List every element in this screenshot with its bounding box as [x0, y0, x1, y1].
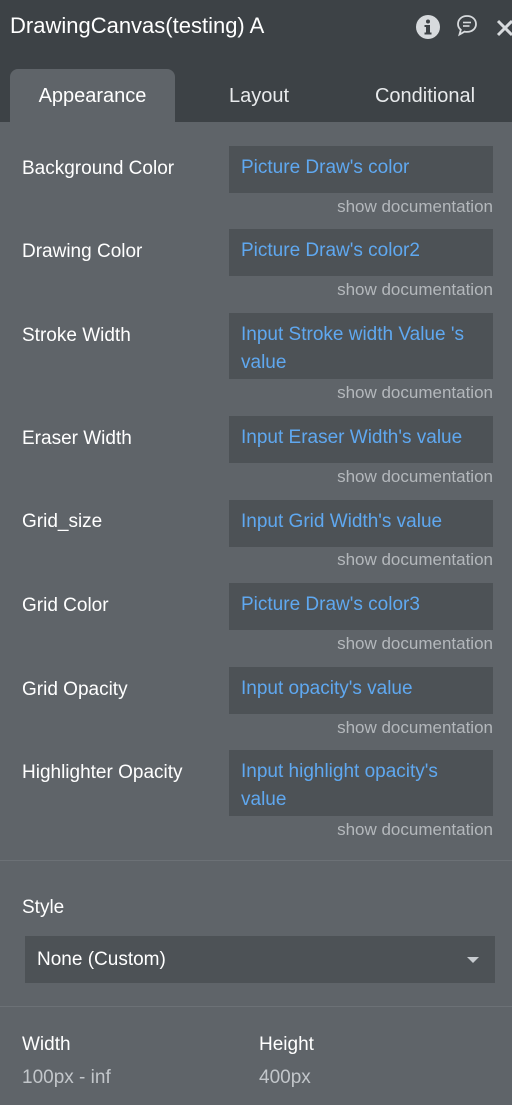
property-value-field[interactable]: Input Eraser Width's value: [229, 416, 493, 463]
property-label: Stroke Width: [22, 325, 131, 346]
property-label: Grid Opacity: [22, 679, 128, 700]
title-bar: DrawingCanvas(testing) A: [0, 0, 512, 57]
property-label: Eraser Width: [22, 428, 132, 449]
height-label: Height: [259, 1034, 314, 1055]
tab-bar: Appearance Layout Conditional: [0, 57, 512, 122]
tab-layout[interactable]: Layout: [185, 69, 333, 122]
close-icon[interactable]: [496, 18, 512, 43]
width-label: Width: [22, 1034, 71, 1055]
property-value-field[interactable]: Picture Draw's color2: [229, 229, 493, 276]
property-label: Highlighter Opacity: [22, 762, 183, 783]
height-value: 400px: [259, 1067, 311, 1088]
style-selected-value: None (Custom): [37, 949, 166, 970]
tab-appearance[interactable]: Appearance: [10, 69, 175, 122]
property-value-field[interactable]: Input highlight opacity's value: [229, 750, 493, 816]
chevron-down-icon: [467, 957, 479, 963]
property-label: Grid_size: [22, 511, 103, 532]
show-documentation-link[interactable]: show documentation: [337, 634, 493, 654]
property-label: Background Color: [22, 158, 175, 179]
panel-title: DrawingCanvas(testing) A: [10, 13, 265, 38]
section-divider: [0, 860, 512, 861]
property-value-field[interactable]: Input Grid Width's value: [229, 500, 493, 547]
style-label: Style: [22, 897, 65, 918]
tab-conditional[interactable]: Conditional: [345, 69, 505, 122]
property-label: Drawing Color: [22, 241, 143, 262]
show-documentation-link[interactable]: show documentation: [337, 718, 493, 738]
property-value-field[interactable]: Input opacity's value: [229, 667, 493, 714]
property-label: Grid Color: [22, 595, 109, 616]
show-documentation-link[interactable]: show documentation: [337, 280, 493, 300]
property-value-field[interactable]: Picture Draw's color3: [229, 583, 493, 630]
show-documentation-link[interactable]: show documentation: [337, 820, 493, 840]
property-value-field[interactable]: Input Stroke width Value 's value: [229, 313, 493, 379]
show-documentation-link[interactable]: show documentation: [337, 383, 493, 403]
show-documentation-link[interactable]: show documentation: [337, 467, 493, 487]
show-documentation-link[interactable]: show documentation: [337, 550, 493, 570]
property-value-field[interactable]: Picture Draw's color: [229, 146, 493, 193]
width-value: 100px - inf: [22, 1067, 111, 1088]
comment-icon[interactable]: [456, 14, 478, 43]
section-divider: [0, 1006, 512, 1007]
show-documentation-link[interactable]: show documentation: [337, 197, 493, 217]
info-icon[interactable]: [415, 14, 441, 45]
style-dropdown[interactable]: None (Custom): [25, 936, 495, 983]
